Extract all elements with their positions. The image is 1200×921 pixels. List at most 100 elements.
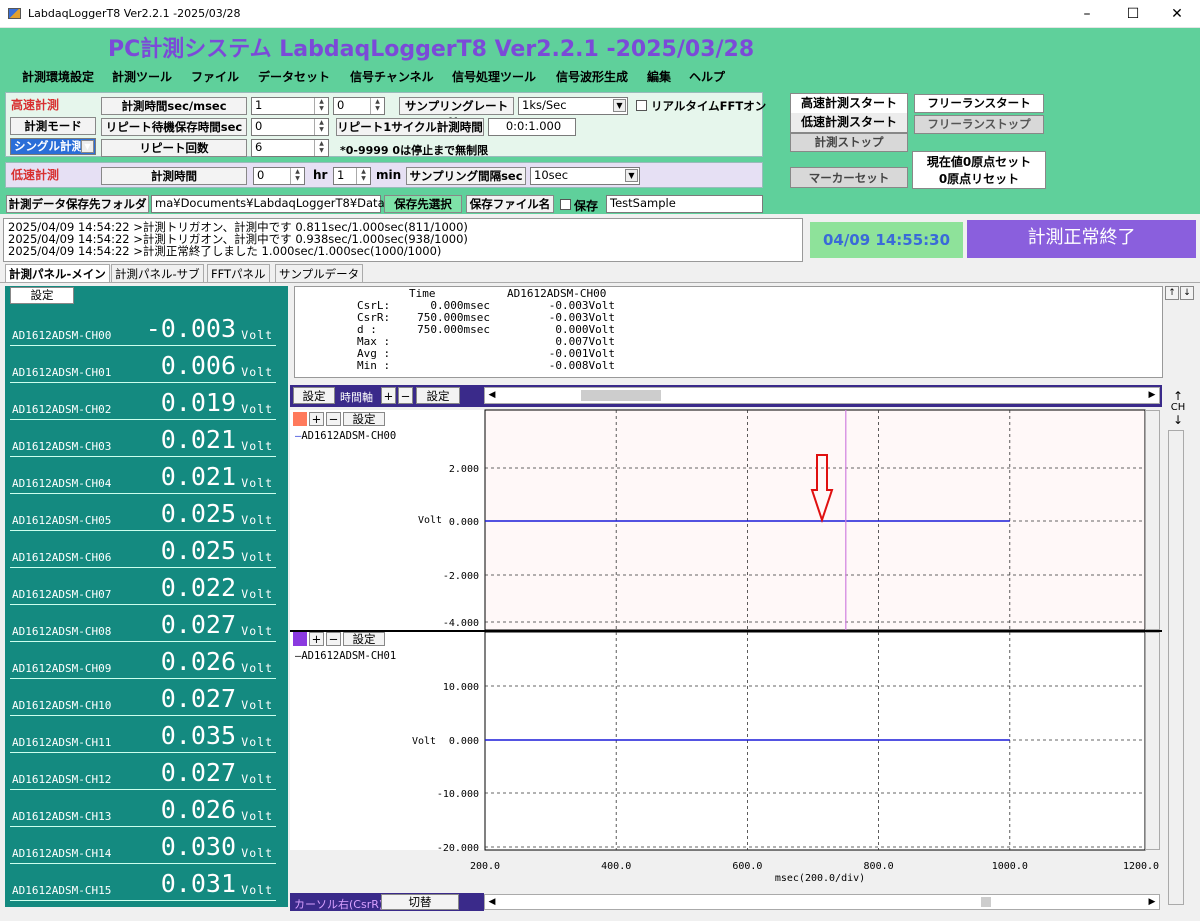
channel-value: -0.003 xyxy=(145,314,236,343)
repeat-wait-input[interactable]: 0 ▲ ▼ xyxy=(251,118,329,136)
maximize-button[interactable]: ☐ xyxy=(1110,0,1156,28)
scroll-thumb[interactable] xyxy=(981,897,991,907)
spinner-icon[interactable]: ▲ ▼ xyxy=(290,168,304,184)
measure-time-sec-input[interactable]: 1 ▲ ▼ xyxy=(251,97,329,115)
ch01-legend: —AD1612ADSM-CH01 xyxy=(295,650,397,662)
menu-waveform-gen[interactable]: 信号波形生成 xyxy=(556,68,628,85)
cursor-label: カーソル右(CsrR) xyxy=(294,898,384,911)
y-tick-label: -2.000 xyxy=(443,571,479,582)
channel-row[interactable]: AD1612ADSM-CH02 0.019 Volt xyxy=(10,383,276,420)
time-axis-plus-button[interactable]: + xyxy=(381,387,396,404)
channel-name: AD1612ADSM-CH09 xyxy=(12,662,112,675)
lowspeed-start-button[interactable]: 低速計測スタート xyxy=(791,113,907,132)
menu-edit[interactable]: 編集 xyxy=(647,68,671,85)
channel-row[interactable]: AD1612ADSM-CH13 0.026 Volt xyxy=(10,790,276,827)
plot-area-1 xyxy=(484,631,1146,851)
time-axis-minus-button[interactable]: − xyxy=(398,387,413,404)
stop-button[interactable]: 計測ストップ xyxy=(790,133,908,152)
filename-button[interactable]: 保存ファイル名 xyxy=(466,195,554,213)
ch00-settings-button[interactable]: 設定 xyxy=(343,412,385,426)
spinner-icon[interactable]: ▲ ▼ xyxy=(314,119,328,135)
spinner-icon[interactable]: ▲ ▼ xyxy=(356,168,370,184)
menu-env-settings[interactable]: 計測環境設定 xyxy=(22,68,94,85)
time-axis-settings-button[interactable]: 設定 xyxy=(416,387,460,404)
tab-main-panel[interactable]: 計測パネル-メイン xyxy=(5,264,110,282)
mode-button[interactable]: 計測モード xyxy=(10,117,96,135)
ch00-color-swatch[interactable] xyxy=(293,412,307,426)
repeat-count-label: リピート回数 xyxy=(101,139,247,157)
tab-sub-panel[interactable]: 計測パネル-サブ xyxy=(111,264,204,282)
channel-row[interactable]: AD1612ADSM-CH04 0.021 Volt xyxy=(10,457,276,494)
cursor-switch-button[interactable]: 切替 xyxy=(381,894,459,910)
channel-row[interactable]: AD1612ADSM-CH11 0.035 Volt xyxy=(10,716,276,753)
channel-row[interactable]: AD1612ADSM-CH09 0.026 Volt xyxy=(10,642,276,679)
channel-row[interactable]: AD1612ADSM-CH15 0.031 Volt xyxy=(10,864,276,901)
time-scrollbar-top[interactable]: ◀ ▶ xyxy=(484,387,1160,404)
realtime-fft-checkbox[interactable] xyxy=(636,100,647,111)
zero-reset-button[interactable]: 0原点リセット xyxy=(913,170,1045,187)
ch01-minus-button[interactable]: − xyxy=(326,632,341,646)
save-checkbox[interactable] xyxy=(560,199,571,210)
scroll-thumb[interactable] xyxy=(581,390,661,401)
spinner-icon[interactable]: ▲ ▼ xyxy=(314,140,328,156)
zero-set-button[interactable]: 現在値0原点セット xyxy=(913,153,1045,170)
sampling-rate-select[interactable]: 1ks/Sec ▼ xyxy=(518,97,628,115)
menu-file[interactable]: ファイル xyxy=(191,68,239,85)
repeat-count-input[interactable]: 6 ▲ ▼ xyxy=(251,139,329,157)
channel-name: AD1612ADSM-CH00 xyxy=(12,329,112,342)
ch01-plus-button[interactable]: + xyxy=(309,632,324,646)
interval-select[interactable]: 10sec ▼ xyxy=(530,167,640,185)
channel-name: AD1612ADSM-CH07 xyxy=(12,588,112,601)
repeat-wait-label: リピート待機保存時間sec xyxy=(101,118,247,136)
channel-value: 0.025 xyxy=(160,536,236,565)
mode-select[interactable]: シングル計測 ▼ xyxy=(10,138,96,155)
close-button[interactable]: ✕ xyxy=(1154,0,1200,28)
ch01-color-swatch[interactable] xyxy=(293,632,307,646)
log-panel: 2025/04/09 14:54:22 >計測トリガオン、計測中です 0.811… xyxy=(3,218,803,262)
channel-unit: Volt xyxy=(241,365,273,379)
highspeed-start-button[interactable]: 高速計測スタート xyxy=(791,94,907,112)
spinner-icon[interactable]: ▲ ▼ xyxy=(370,98,384,114)
menu-dataset[interactable]: データセット xyxy=(258,68,330,85)
filename-input[interactable]: TestSample xyxy=(606,195,763,213)
channel-row[interactable]: AD1612ADSM-CH06 0.025 Volt xyxy=(10,531,276,568)
channel-row[interactable]: AD1612ADSM-CH14 0.030 Volt xyxy=(10,827,276,864)
channel-row[interactable]: AD1612ADSM-CH00 -0.003 Volt xyxy=(10,309,276,346)
graph1-vscroll[interactable] xyxy=(1145,410,1160,630)
freerun-start-button[interactable]: フリーランスタート xyxy=(914,94,1044,113)
ch00-plus-button[interactable]: + xyxy=(309,412,324,426)
channel-row[interactable]: AD1612ADSM-CH12 0.027 Volt xyxy=(10,753,276,790)
min-input[interactable]: 1 ▲ ▼ xyxy=(333,167,371,185)
spinner-icon[interactable]: ▲ ▼ xyxy=(314,98,328,114)
graph2-vscroll[interactable] xyxy=(1145,632,1160,850)
select-folder-button[interactable]: 保存先選択 xyxy=(384,195,462,213)
save-folder-input[interactable]: ma¥Documents¥LabdaqLoggerT8¥Data xyxy=(151,195,385,213)
time-scrollbar-bottom[interactable]: ◀ ▶ xyxy=(484,894,1160,910)
minimize-button[interactable]: – xyxy=(1064,0,1110,28)
hr-input[interactable]: 0 ▲ ▼ xyxy=(253,167,305,185)
menu-tools[interactable]: 計測ツール xyxy=(112,68,172,85)
channel-row[interactable]: AD1612ADSM-CH05 0.025 Volt xyxy=(10,494,276,531)
channel-row[interactable]: AD1612ADSM-CH07 0.022 Volt xyxy=(10,568,276,605)
channel-scrollbar[interactable] xyxy=(1168,430,1184,905)
graph-settings-button[interactable]: 設定 xyxy=(293,387,335,404)
menu-signal-channel[interactable]: 信号チャンネル xyxy=(350,68,434,85)
marker-set-button[interactable]: マーカーセット xyxy=(790,167,908,188)
freerun-stop-button[interactable]: フリーランストップ xyxy=(914,115,1044,134)
channel-row[interactable]: AD1612ADSM-CH10 0.027 Volt xyxy=(10,679,276,716)
menu-signal-processing[interactable]: 信号処理ツール xyxy=(452,68,536,85)
scroll-down-button[interactable]: ↓ xyxy=(1180,286,1194,300)
tab-sample-data[interactable]: サンプルデータ xyxy=(275,264,364,282)
menu-help[interactable]: ヘルプ xyxy=(689,68,725,85)
tab-fft-panel[interactable]: FFTパネル xyxy=(207,264,270,282)
channel-settings-button[interactable]: 設定 xyxy=(10,287,74,304)
channel-row[interactable]: AD1612ADSM-CH08 0.027 Volt xyxy=(10,605,276,642)
ch00-minus-button[interactable]: − xyxy=(326,412,341,426)
channel-row[interactable]: AD1612ADSM-CH03 0.021 Volt xyxy=(10,420,276,457)
min-value: 1 xyxy=(337,168,345,182)
channel-name: AD1612ADSM-CH08 xyxy=(12,625,112,638)
measure-time-msec-input[interactable]: 0 ▲ ▼ xyxy=(333,97,385,115)
scroll-up-button[interactable]: ↑ xyxy=(1165,286,1179,300)
ch01-settings-button[interactable]: 設定 xyxy=(343,632,385,646)
channel-row[interactable]: AD1612ADSM-CH01 0.006 Volt xyxy=(10,346,276,383)
